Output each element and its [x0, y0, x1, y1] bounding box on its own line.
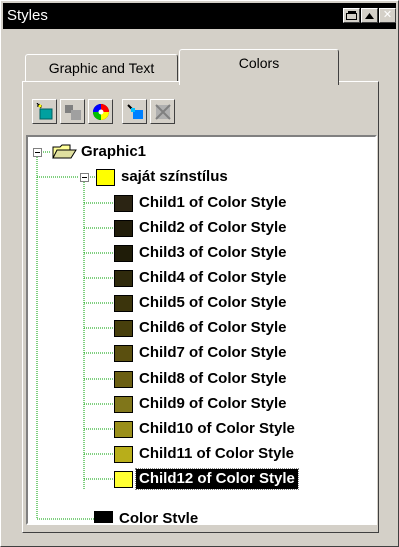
apply-style-button[interactable] — [122, 99, 147, 124]
tree-node-color-style[interactable]: Color Style — [94, 508, 201, 525]
node-label: Child5 of Color Style — [139, 294, 287, 311]
color-swatch — [114, 344, 133, 362]
node-label: Child10 of Color Style — [139, 420, 295, 437]
group-expander[interactable] — [80, 173, 89, 182]
color-swatch — [114, 370, 133, 388]
color-swatch — [114, 294, 133, 312]
folder-open-icon — [52, 144, 77, 159]
node-label: Child7 of Color Style — [139, 344, 287, 361]
node-label: Child4 of Color Style — [139, 269, 287, 286]
node-label: Child2 of Color Style — [139, 219, 287, 236]
maximize-button[interactable] — [361, 8, 378, 23]
node-label: Child11 of Color Style — [139, 445, 295, 462]
tree-node-child[interactable]: Child6 of Color Style — [114, 317, 290, 339]
tree-node-child[interactable]: Child10 of Color Style — [114, 418, 298, 440]
close-button[interactable]: ✕ — [379, 8, 396, 23]
window-title: Styles — [7, 7, 48, 24]
node-label: Graphic1 — [81, 143, 147, 160]
restore-button[interactable] — [343, 8, 360, 23]
tab-graphic-and-text[interactable]: Graphic and Text — [25, 54, 178, 82]
node-label: Child8 of Color Style — [139, 370, 287, 387]
styles-tree[interactable]: Graphic1 saját színstílus Child1 of Colo… — [26, 135, 377, 525]
color-wheel-icon — [92, 103, 109, 120]
new-child-style-button[interactable] — [60, 99, 85, 124]
tree-node-child[interactable]: Child11 of Color Style — [114, 443, 297, 465]
node-label: Child1 of Color Style — [139, 194, 287, 211]
color-wheel-button[interactable] — [88, 99, 113, 124]
color-swatch — [114, 470, 133, 488]
node-label: Color Style — [119, 510, 199, 525]
color-swatch — [94, 510, 113, 523]
tree-node-child[interactable]: Child12 of Color Style — [114, 468, 299, 490]
color-swatch — [114, 194, 133, 212]
tree-node-child[interactable]: Child8 of Color Style — [114, 368, 290, 390]
color-swatch — [114, 219, 133, 237]
delete-style-icon — [154, 103, 171, 120]
color-swatch — [114, 420, 133, 438]
color-swatch — [114, 319, 133, 337]
tree-node-child[interactable]: Child3 of Color Style — [114, 242, 290, 264]
tab-label: Colors — [238, 55, 280, 71]
restore-icon — [346, 11, 357, 20]
new-style-icon — [36, 102, 52, 119]
color-swatch — [114, 445, 133, 463]
node-label: saját színstílus — [121, 168, 228, 185]
new-style-button[interactable] — [32, 99, 57, 124]
color-swatch — [114, 269, 133, 287]
maximize-icon — [365, 13, 374, 19]
tree-node-child[interactable]: Child2 of Color Style — [114, 217, 290, 239]
tree-node-child[interactable]: Child4 of Color Style — [114, 267, 290, 289]
tab-colors[interactable]: Colors — [179, 49, 339, 85]
node-label: Child9 of Color Style — [139, 395, 287, 412]
color-swatch — [96, 168, 115, 186]
close-icon: ✕ — [382, 9, 393, 21]
root-expander[interactable] — [33, 148, 42, 157]
node-label: Child6 of Color Style — [139, 319, 287, 336]
tree-node-graphic1[interactable]: Graphic1 — [52, 141, 149, 163]
title-bar[interactable]: Styles ✕ — [3, 3, 396, 29]
node-label: Child3 of Color Style — [139, 244, 287, 261]
styles-window: Styles ✕ Graphic and Text Colors Graphic… — [0, 0, 399, 547]
tab-label: Graphic and Text — [48, 60, 155, 76]
color-swatch — [114, 244, 133, 262]
tree-node-child[interactable]: Child7 of Color Style — [114, 342, 290, 364]
tree-node-child[interactable]: Child5 of Color Style — [114, 292, 290, 314]
node-label: Child12 of Color Style — [135, 468, 299, 490]
tree-node-group[interactable]: saját színstílus — [96, 166, 231, 188]
apply-style-icon — [126, 103, 143, 119]
color-swatch — [114, 395, 133, 413]
tree-node-child[interactable]: Child9 of Color Style — [114, 393, 290, 415]
delete-style-button[interactable] — [150, 99, 175, 124]
new-child-style-icon — [64, 104, 81, 120]
tree-node-child[interactable]: Child1 of Color Style — [114, 192, 290, 214]
